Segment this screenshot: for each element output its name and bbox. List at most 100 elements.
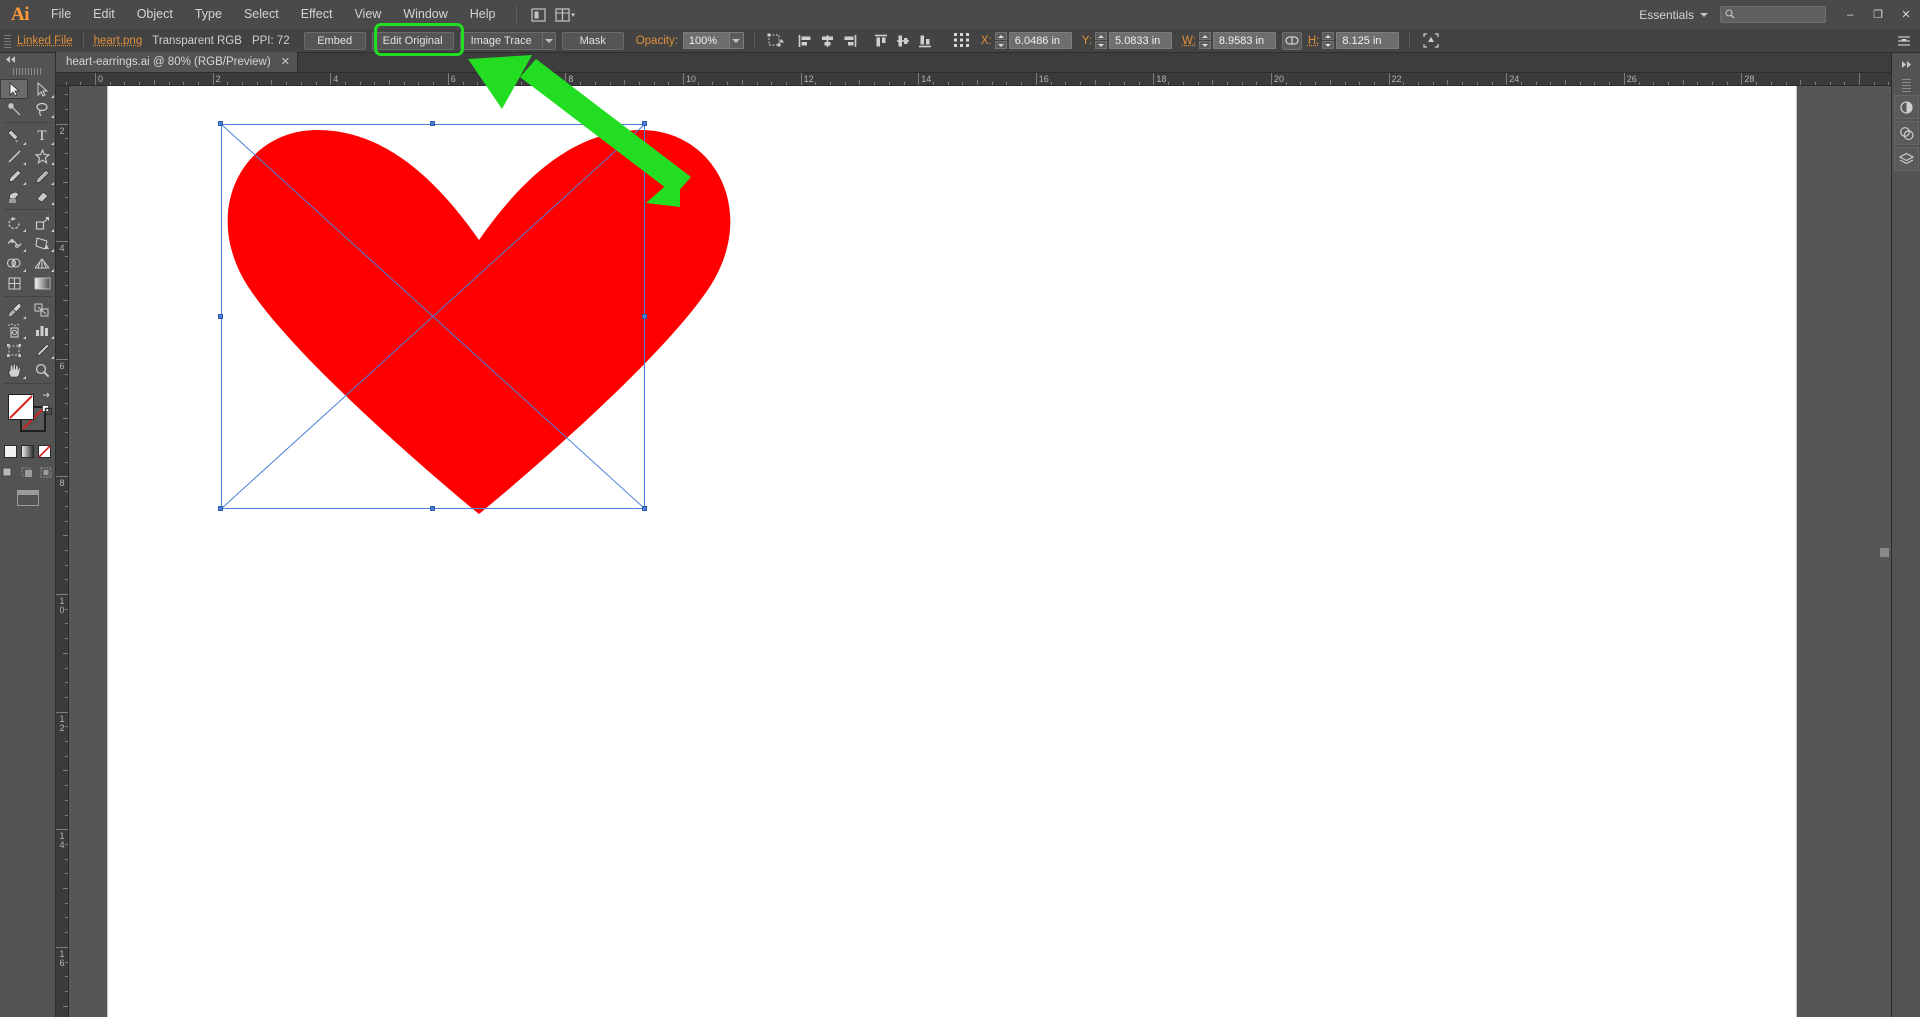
artboard-tool[interactable] — [0, 340, 28, 360]
document-tab[interactable]: heart-earrings.ai @ 80% (RGB/Preview) ✕ — [56, 52, 298, 72]
selection-handle-top-left[interactable] — [218, 121, 223, 126]
chain-link-icon[interactable] — [1281, 31, 1302, 50]
align-top-icon[interactable] — [872, 31, 892, 50]
menu-effect[interactable]: Effect — [290, 0, 344, 29]
height-input[interactable]: 8.125 in — [1336, 32, 1400, 49]
selection-handle-middle-right[interactable] — [642, 314, 647, 319]
gradient-swatch-icon[interactable] — [21, 444, 35, 458]
color-panel-icon[interactable] — [1893, 95, 1919, 119]
paintbrush-tool[interactable] — [0, 166, 28, 186]
blend-tool[interactable] — [28, 300, 56, 320]
tools-panel-grip[interactable] — [12, 68, 43, 75]
heart-shape[interactable] — [221, 122, 737, 514]
default-fill-stroke-icon[interactable] — [42, 405, 52, 415]
isolate-selected-icon[interactable] — [1421, 31, 1441, 50]
height-decrement-button[interactable] — [1322, 41, 1335, 49]
direct-selection-tool[interactable] — [28, 79, 56, 99]
height-stepper[interactable] — [1322, 32, 1335, 49]
align-right-icon[interactable] — [840, 31, 860, 50]
width-increment-button[interactable] — [1198, 32, 1211, 40]
transform-panel-icon[interactable] — [766, 31, 786, 50]
x-decrement-button[interactable] — [994, 41, 1007, 49]
align-bottom-icon[interactable] — [916, 31, 936, 50]
magic-wand-tool[interactable] — [0, 99, 28, 119]
layers-panel-icon[interactable] — [1893, 147, 1919, 171]
menu-view[interactable]: View — [343, 0, 392, 29]
width-stepper[interactable] — [1198, 32, 1211, 49]
hand-tool[interactable] — [0, 360, 28, 380]
workspace-switcher[interactable]: Essentials — [1631, 6, 1716, 24]
embed-button[interactable]: Embed — [303, 31, 366, 50]
control-bar-grip[interactable] — [3, 32, 12, 49]
align-left-icon[interactable] — [796, 31, 816, 50]
selection-handle-bottom-right[interactable] — [642, 506, 647, 511]
minimize-button[interactable]: – — [1836, 4, 1864, 26]
x-coordinate-input[interactable]: 6.0486 in — [1008, 32, 1072, 49]
appearance-panel-icon[interactable] — [1893, 121, 1919, 145]
rotate-tool[interactable] — [0, 213, 28, 233]
eraser-tool[interactable] — [28, 186, 56, 206]
menu-select[interactable]: Select — [233, 0, 290, 29]
shape-builder-tool[interactable] — [0, 253, 28, 273]
shape-tool[interactable] — [28, 146, 56, 166]
selection-handle-bottom-left[interactable] — [218, 506, 223, 511]
image-trace-control[interactable]: Image Trace — [459, 31, 556, 50]
menu-edit[interactable]: Edit — [82, 0, 126, 29]
x-increment-button[interactable] — [994, 32, 1007, 40]
search-input[interactable] — [1720, 6, 1826, 23]
draw-inside-icon[interactable] — [39, 466, 54, 480]
pen-tool[interactable] — [0, 126, 28, 146]
y-decrement-button[interactable] — [1095, 41, 1108, 49]
image-trace-preset-dropdown[interactable] — [541, 31, 556, 50]
slice-tool[interactable] — [28, 340, 56, 360]
type-tool[interactable]: T — [28, 126, 56, 146]
canvas-area[interactable] — [69, 86, 1920, 1017]
pencil-tool[interactable] — [28, 166, 56, 186]
edit-original-button[interactable]: Edit Original — [371, 31, 454, 50]
panel-menu-icon[interactable] — [1894, 31, 1914, 50]
selection-tool[interactable] — [0, 79, 28, 99]
close-button[interactable]: ✕ — [1892, 4, 1920, 26]
opacity-control[interactable]: 100% — [682, 32, 744, 49]
artboard[interactable] — [108, 86, 1796, 1017]
y-stepper[interactable] — [1095, 32, 1108, 49]
menu-window[interactable]: Window — [392, 0, 458, 29]
collapse-panel-icon[interactable] — [0, 53, 55, 65]
eyedropper-tool[interactable] — [0, 300, 28, 320]
search-field[interactable] — [1738, 9, 1821, 20]
menu-help[interactable]: Help — [459, 0, 507, 29]
fill-swatch[interactable] — [8, 394, 34, 420]
perspective-grid-tool[interactable] — [28, 253, 56, 273]
change-screen-mode-icon[interactable] — [16, 490, 39, 506]
free-transform-tool[interactable] — [28, 233, 56, 253]
column-graph-tool[interactable] — [28, 320, 56, 340]
x-stepper[interactable] — [994, 32, 1007, 49]
menu-type[interactable]: Type — [184, 0, 233, 29]
align-vertical-center-icon[interactable] — [894, 31, 914, 50]
arrange-documents-icon[interactable] — [554, 5, 576, 25]
scale-tool[interactable] — [28, 213, 56, 233]
selection-handle-middle-left[interactable] — [218, 314, 223, 319]
horizontal-ruler[interactable]: 0 2 4 6 8 10 12 14 16 18 20 22 24 26 28 — [56, 73, 1920, 86]
align-horizontal-center-icon[interactable] — [818, 31, 838, 50]
vertical-ruler[interactable]: 2 4 6 8 10 12 14 16 — [56, 86, 69, 1017]
gradient-tool[interactable] — [28, 273, 56, 293]
right-rail-grip[interactable] — [1901, 79, 1911, 93]
swap-fill-stroke-icon[interactable] — [42, 392, 52, 402]
selection-handle-top-right[interactable] — [642, 121, 647, 126]
zoom-tool[interactable] — [28, 360, 56, 380]
maximize-button[interactable]: ❐ — [1864, 4, 1892, 26]
selection-handle-bottom-center[interactable] — [430, 506, 435, 511]
y-coordinate-input[interactable]: 5.0833 in — [1109, 32, 1173, 49]
menu-object[interactable]: Object — [126, 0, 184, 29]
height-increment-button[interactable] — [1322, 32, 1335, 40]
mesh-tool[interactable] — [0, 273, 28, 293]
symbol-sprayer-tool[interactable] — [0, 320, 28, 340]
width-input[interactable]: 8.9583 in — [1212, 32, 1276, 49]
lasso-tool[interactable] — [28, 99, 56, 119]
blob-brush-tool[interactable] — [0, 186, 28, 206]
opacity-dropdown-button[interactable] — [728, 32, 744, 49]
reference-point-grid-icon[interactable] — [952, 31, 974, 50]
width-tool[interactable] — [0, 233, 28, 253]
opacity-value[interactable]: 100% — [682, 32, 729, 49]
